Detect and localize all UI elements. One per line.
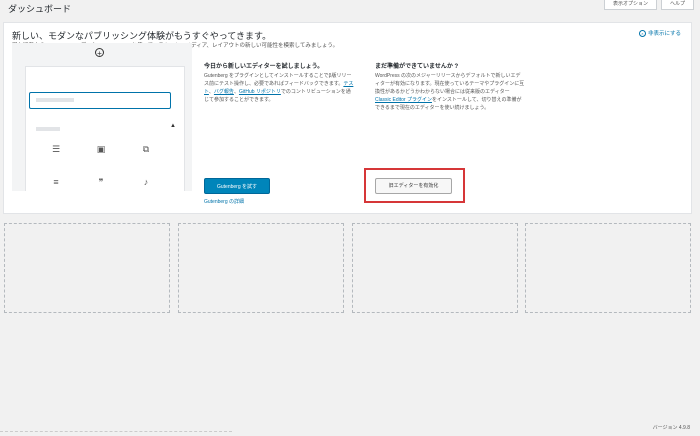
install-classic-editor-button[interactable]: 旧エディターを有効化 — [375, 178, 452, 194]
image-icon: ▣ — [96, 144, 106, 154]
gutenberg-illustration: + ▲ ☰ ▣ ⧉ ≡ ❞ ♪ — [12, 43, 192, 191]
dismiss-link[interactable]: × 非表示にする — [638, 29, 681, 37]
try-gutenberg-button[interactable]: Gutenberg を試す — [204, 178, 270, 194]
try-text-before: Gutenberg をプラグインとしてインストールすることでβ版リリース前にテス… — [204, 73, 352, 87]
quote-icon: ❞ — [98, 177, 104, 187]
footer-version: バージョン 4.9.8 — [652, 425, 690, 431]
try-column-text: Gutenberg をプラグインとしてインストールすることでβ版リリース前にテス… — [204, 72, 354, 104]
gallery-icon: ⧉ — [142, 144, 150, 154]
classic-column-title: まだ準備ができていませんか ? — [375, 64, 459, 70]
search-placeholder-bar — [36, 98, 74, 102]
list-icon: ≡ — [53, 177, 59, 187]
learn-more-link[interactable]: Gutenberg の詳細 — [204, 198, 244, 205]
section-label-bar — [36, 127, 60, 131]
block-search-mock — [29, 92, 171, 109]
help-tab[interactable]: ヘルプ — [660, 0, 694, 10]
classic-editor-link[interactable]: Classic Editor プラグイン — [375, 97, 432, 103]
github-link[interactable]: GitHub リポジトリ — [239, 89, 281, 95]
widget-placeholder-3[interactable] — [352, 223, 518, 313]
footer-divider — [0, 431, 232, 435]
widget-placeholder-2[interactable] — [178, 223, 344, 313]
paragraph-icon: ☰ — [51, 144, 61, 154]
page-title: ダッシュボード — [8, 4, 72, 14]
close-icon: × — [638, 29, 646, 37]
classic-column-text: WordPress の次のメジャーリリースからデフォルトで新しいエディターが有効… — [375, 72, 525, 112]
audio-icon: ♪ — [143, 177, 149, 187]
try-column-title: 今日から新しいエディターを試しましょう。 — [204, 64, 324, 70]
screen-options-tab[interactable]: 表示オプション — [603, 0, 657, 10]
widget-placeholder-4[interactable] — [525, 223, 691, 313]
dismiss-label: 非表示にする — [647, 31, 681, 37]
classic-text-before: WordPress の次のメジャーリリースからデフォルトで新しいエディターが有効… — [375, 73, 525, 95]
widget-placeholder-1[interactable] — [4, 223, 170, 313]
bug-report-link[interactable]: バグ報告 — [214, 89, 234, 95]
screen-meta-tabs: 表示オプション ヘルプ — [603, 0, 694, 10]
chevron-up-icon: ▲ — [170, 123, 176, 129]
add-block-icon: + — [95, 48, 104, 58]
